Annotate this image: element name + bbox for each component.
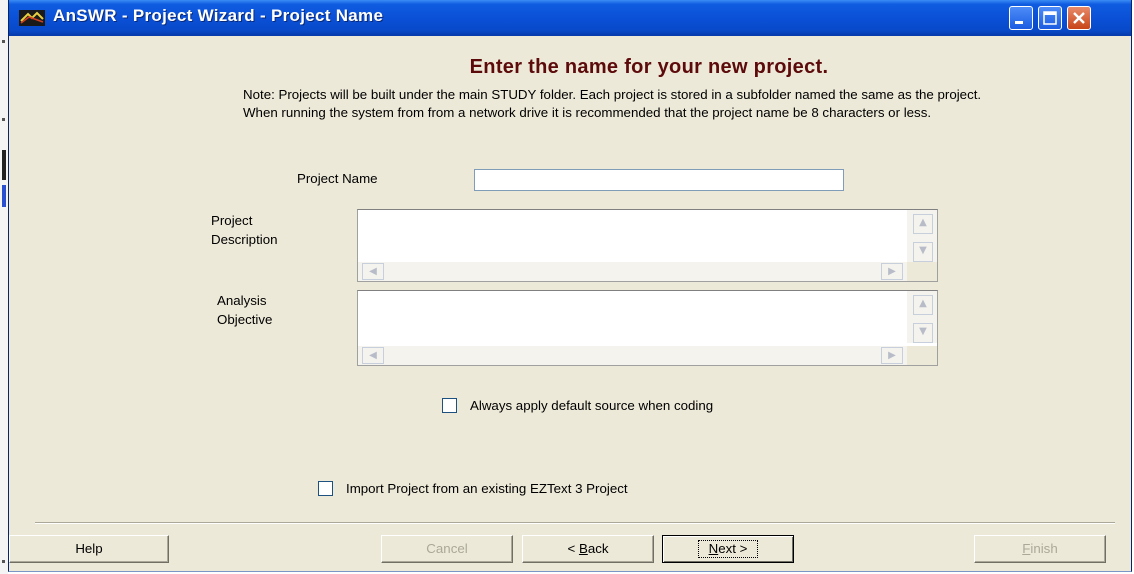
- description-vertical-scrollbar[interactable]: ▲ ▼: [907, 210, 937, 262]
- back-label-prefix: <: [567, 541, 579, 556]
- next-label-rest: ext >: [718, 541, 748, 556]
- edge-mark: [2, 150, 6, 180]
- next-mnemonic: N: [708, 541, 719, 556]
- scroll-up-button[interactable]: ▲: [913, 214, 933, 234]
- objective-horizontal-scrollbar[interactable]: ◀ ▶: [358, 346, 907, 365]
- background-edge: [0, 0, 8, 574]
- scroll-left-button[interactable]: ◀: [362, 347, 384, 364]
- import-project-checkbox[interactable]: [318, 481, 333, 496]
- import-project-label[interactable]: Import Project from an existing EZText 3…: [346, 479, 628, 498]
- cancel-button[interactable]: Cancel: [381, 535, 513, 563]
- app-icon: [19, 10, 45, 26]
- analysis-objective-label: Analysis Objective: [217, 293, 273, 327]
- scroll-down-button[interactable]: ▼: [913, 242, 933, 262]
- next-focus-rect: Next >: [697, 540, 759, 558]
- scroll-right-button[interactable]: ▶: [881, 263, 903, 280]
- back-mnemonic: B: [578, 541, 588, 556]
- analysis-objective-textarea[interactable]: ▲ ▼ ◀ ▶: [357, 290, 938, 366]
- edge-mark: [2, 40, 5, 43]
- title-bar[interactable]: AnSWR - Project Wizard - Project Name: [9, 0, 1131, 36]
- scroll-left-button[interactable]: ◀: [362, 263, 384, 280]
- project-wizard-window: AnSWR - Project Wizard - Project Name En…: [8, 0, 1132, 572]
- project-name-label: Project Name: [297, 171, 378, 186]
- scrollbar-corner: [907, 262, 937, 281]
- default-source-checkbox[interactable]: [442, 398, 457, 413]
- close-icon: [1073, 12, 1085, 24]
- scroll-up-button[interactable]: ▲: [913, 295, 933, 315]
- scrollbar-corner: [907, 346, 937, 365]
- project-description-label: Project Description: [211, 213, 278, 247]
- footer-separator: [35, 522, 1115, 524]
- maximize-icon: [1043, 11, 1057, 25]
- back-button[interactable]: < Back: [522, 535, 654, 563]
- maximize-button[interactable]: [1038, 6, 1062, 30]
- edge-mark: [2, 560, 5, 563]
- back-label-rest: ack: [587, 541, 609, 556]
- close-button[interactable]: [1067, 6, 1091, 30]
- description-horizontal-scrollbar[interactable]: ◀ ▶: [358, 262, 907, 281]
- window-title: AnSWR - Project Wizard - Project Name: [53, 6, 384, 25]
- minimize-button[interactable]: [1009, 6, 1033, 30]
- project-name-input[interactable]: [474, 169, 844, 191]
- minimize-icon: [1015, 21, 1023, 24]
- default-source-label[interactable]: Always apply default source when coding: [470, 396, 713, 415]
- next-button[interactable]: Next >: [662, 535, 794, 563]
- edge-mark: [2, 185, 6, 207]
- page-heading: Enter the name for your new project.: [469, 56, 829, 78]
- objective-vertical-scrollbar[interactable]: ▲ ▼: [907, 291, 937, 343]
- help-button[interactable]: Help: [9, 535, 169, 563]
- project-description-textarea[interactable]: ▲ ▼ ◀ ▶: [357, 209, 938, 282]
- finish-label-rest: inish: [1030, 541, 1058, 556]
- edge-mark: [2, 118, 5, 121]
- scroll-down-button[interactable]: ▼: [913, 323, 933, 343]
- scroll-right-button[interactable]: ▶: [881, 347, 903, 364]
- note-text: Note: Projects will be built under the m…: [243, 87, 982, 120]
- finish-button[interactable]: Finish: [974, 535, 1106, 563]
